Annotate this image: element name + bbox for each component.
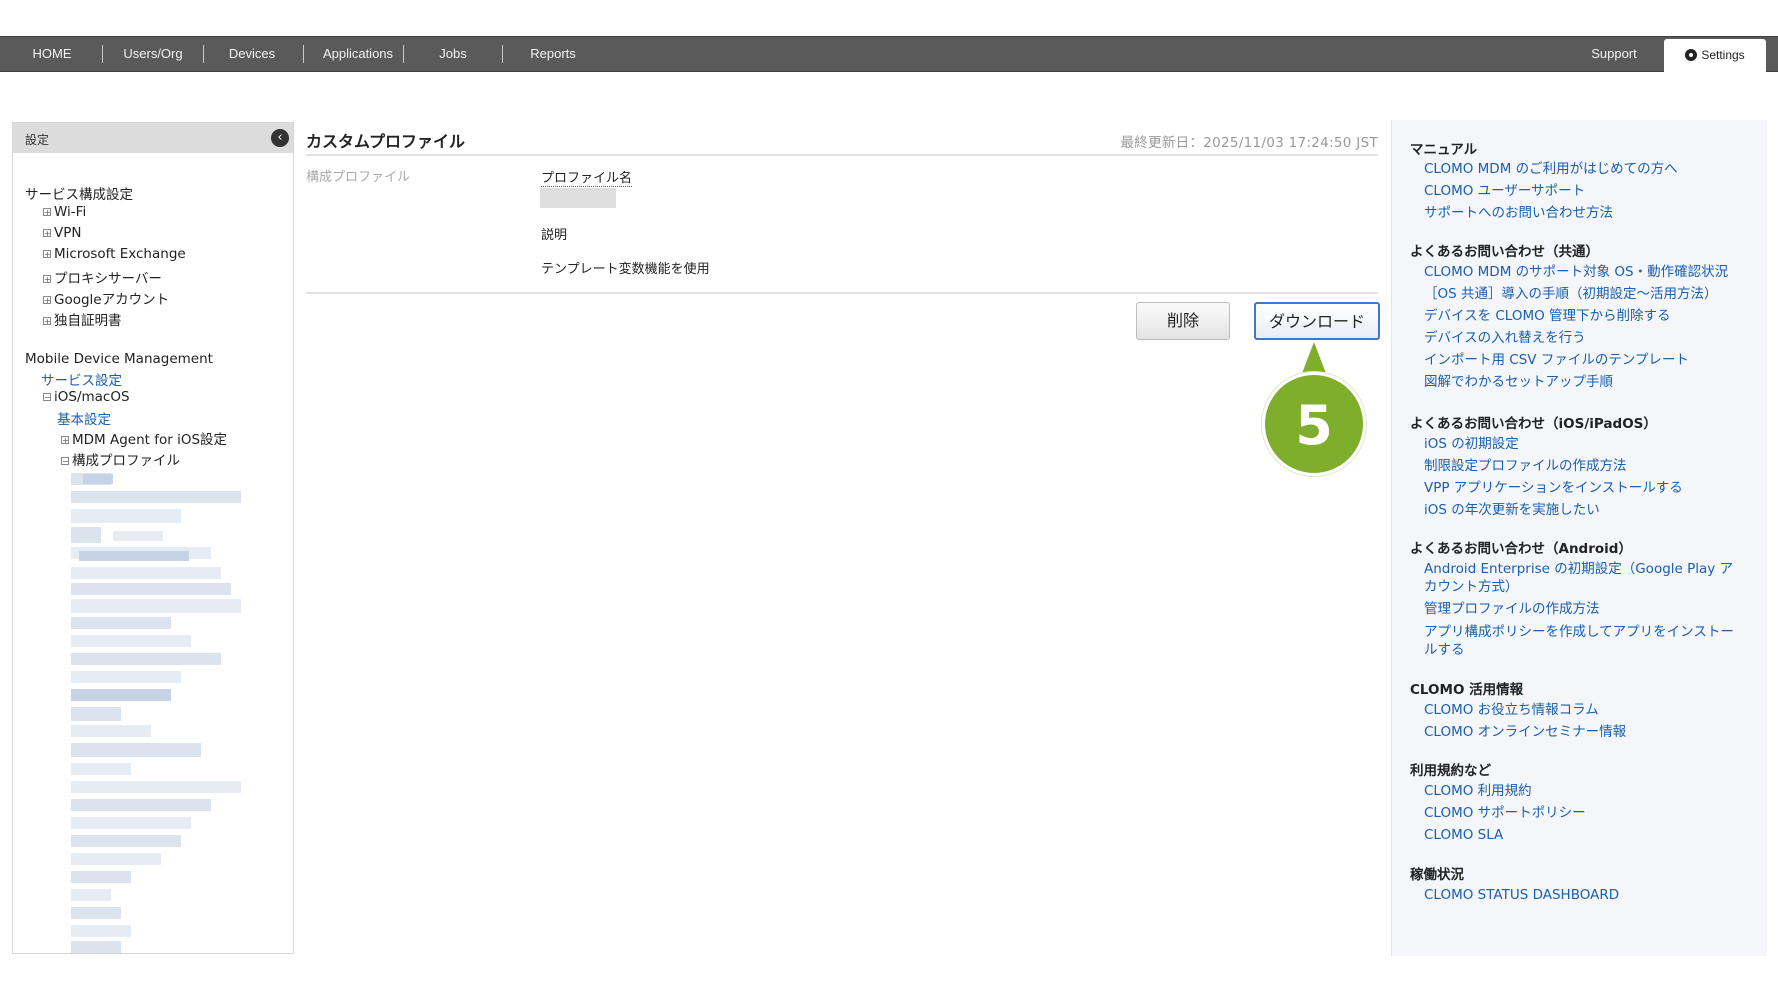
mdm-header: Mobile Device Management	[25, 351, 213, 367]
collapse-icon[interactable]: −	[43, 393, 51, 402]
nav-separator	[303, 45, 304, 63]
tree-item-certificate[interactable]: + 独自証明書	[43, 309, 122, 329]
collapse-sidebar-icon[interactable]: ‹	[271, 129, 289, 147]
last-updated-text: 最終更新日：2025/11/03 17:24:50 JST	[1120, 135, 1378, 151]
help-link[interactable]: ［OS 共通］導入の手順（初期設定～活用方法）	[1424, 285, 1718, 303]
help-heading-usage: CLOMO 活用情報	[1410, 682, 1524, 698]
sidebar-header: 設定 ‹	[13, 123, 293, 153]
help-link[interactable]: CLOMO オンラインセミナー情報	[1424, 723, 1626, 741]
help-heading-faq-android: よくあるお問い合わせ（Android）	[1410, 541, 1632, 557]
tree-item-wifi[interactable]: + Wi-Fi	[43, 204, 86, 220]
nav-settings-tab[interactable]: Settings	[1664, 39, 1766, 73]
tree-item-mdm-agent[interactable]: + MDM Agent for iOS設定	[61, 428, 227, 448]
profile-name-value-redacted	[540, 188, 616, 208]
tree-item-ios-macos[interactable]: − iOS/macOS	[43, 389, 130, 405]
help-link[interactable]: CLOMO お役立ち情報コラム	[1424, 701, 1599, 719]
profile-name-field: プロファイル名	[541, 167, 633, 187]
tree-item-exchange[interactable]: + Microsoft Exchange	[43, 246, 186, 262]
help-link[interactable]: サポートへのお問い合わせ方法	[1424, 204, 1613, 222]
help-link[interactable]: カウント方式）	[1424, 578, 1519, 596]
section-label: 構成プロファイル	[306, 170, 411, 185]
expand-icon[interactable]: +	[43, 229, 51, 238]
help-heading-faq-ios: よくあるお問い合わせ（iOS/iPadOS）	[1410, 416, 1657, 432]
nav-applications[interactable]: Applications	[310, 37, 406, 71]
help-link[interactable]: インポート用 CSV ファイルのテンプレート	[1424, 351, 1689, 369]
help-link[interactable]: CLOMO SLA	[1424, 826, 1503, 844]
basic-settings-link[interactable]: 基本設定	[57, 408, 111, 428]
nav-home[interactable]: HOME	[20, 37, 84, 71]
expand-icon[interactable]: +	[43, 296, 51, 305]
settings-sidebar: 設定 ‹ サービス構成設定 + Wi-Fi + VPN + Microsoft Exc…	[12, 122, 294, 954]
service-settings-link[interactable]: サービス設定	[41, 369, 122, 389]
gear-icon	[1685, 49, 1698, 61]
tree-item-proxy[interactable]: + プロキシサーバー	[43, 267, 162, 287]
help-link[interactable]: CLOMO STATUS DASHBOARD	[1424, 886, 1619, 904]
help-link[interactable]: CLOMO MDM のサポート対象 OS・動作確認状況	[1424, 263, 1728, 281]
nav-jobs[interactable]: Jobs	[418, 37, 488, 71]
page-title: カスタムプロファイル	[306, 132, 466, 151]
help-link[interactable]: CLOMO MDM のご利用がはじめての方へ	[1424, 160, 1678, 178]
help-heading-manual: マニュアル	[1410, 142, 1478, 158]
help-link[interactable]: アプリ構成ポリシーを作成してアプリをインストー	[1424, 623, 1734, 641]
nav-settings-label: Settings	[1701, 48, 1745, 62]
expand-icon[interactable]: +	[43, 317, 51, 326]
help-heading-faq-common: よくあるお問い合わせ（共通）	[1410, 244, 1599, 260]
help-link[interactable]: iOS の年次更新を実施したい	[1424, 501, 1600, 519]
step-marker-pointer	[1301, 342, 1327, 376]
download-button[interactable]: ダウンロード	[1254, 302, 1380, 340]
sidebar-title: 設定	[25, 133, 50, 147]
nav-separator	[403, 45, 404, 63]
profile-name-label: プロファイル名	[541, 171, 633, 187]
title-divider	[306, 154, 1378, 156]
tree-item-google-account[interactable]: + Googleアカウント	[43, 288, 169, 308]
service-config-header: サービス構成設定	[25, 187, 133, 203]
expand-icon[interactable]: +	[43, 275, 51, 284]
tree-item-config-profiles[interactable]: − 構成プロファイル	[61, 449, 180, 469]
nav-separator	[102, 45, 103, 63]
help-link[interactable]: デバイスの入れ替えを行う	[1424, 329, 1586, 347]
help-link[interactable]: iOS の初期設定	[1424, 435, 1519, 453]
help-heading-status: 稼働状況	[1410, 867, 1464, 883]
expand-icon[interactable]: +	[61, 436, 69, 445]
template-variable-label: テンプレート変数機能を使用	[541, 262, 710, 277]
help-link[interactable]: CLOMO サポートポリシー	[1424, 804, 1586, 822]
help-link[interactable]: デバイスを CLOMO 管理下から削除する	[1424, 307, 1671, 325]
expand-icon[interactable]: +	[43, 250, 51, 259]
nav-separator	[203, 45, 204, 63]
help-link[interactable]: 制限設定プロファイルの作成方法	[1424, 457, 1627, 475]
help-link[interactable]: CLOMO ユーザーサポート	[1424, 182, 1585, 200]
collapse-icon[interactable]: −	[61, 457, 69, 466]
nav-devices[interactable]: Devices	[212, 37, 292, 71]
expand-icon[interactable]: +	[43, 208, 51, 217]
help-link[interactable]: 管理プロファイルの作成方法	[1424, 600, 1600, 618]
top-nav: HOME Users/Org Devices Applications Jobs…	[0, 36, 1778, 73]
nav-users-org[interactable]: Users/Org	[110, 37, 196, 71]
help-link[interactable]: 図解でわかるセットアップ手順	[1424, 373, 1613, 391]
delete-button[interactable]: 削除	[1136, 302, 1230, 340]
step-number-marker: 5	[1262, 372, 1366, 476]
nav-separator	[502, 45, 503, 63]
help-link[interactable]: Android Enterprise の初期設定（Google Play ア	[1424, 560, 1733, 578]
help-link[interactable]: CLOMO 利用規約	[1424, 782, 1532, 800]
content-divider	[306, 292, 1378, 294]
help-heading-terms: 利用規約など	[1410, 763, 1491, 779]
nav-support[interactable]: Support	[1580, 37, 1648, 71]
help-link[interactable]: ルする	[1424, 641, 1465, 659]
tree-item-vpn[interactable]: + VPN	[43, 225, 81, 241]
description-label: 説明	[541, 228, 568, 243]
help-link[interactable]: VPP アプリケーションをインストールする	[1424, 479, 1683, 497]
help-panel: マニュアル CLOMO MDM のご利用がはじめての方へ CLOMO ユーザーサ…	[1391, 120, 1767, 956]
nav-reports[interactable]: Reports	[514, 37, 592, 71]
